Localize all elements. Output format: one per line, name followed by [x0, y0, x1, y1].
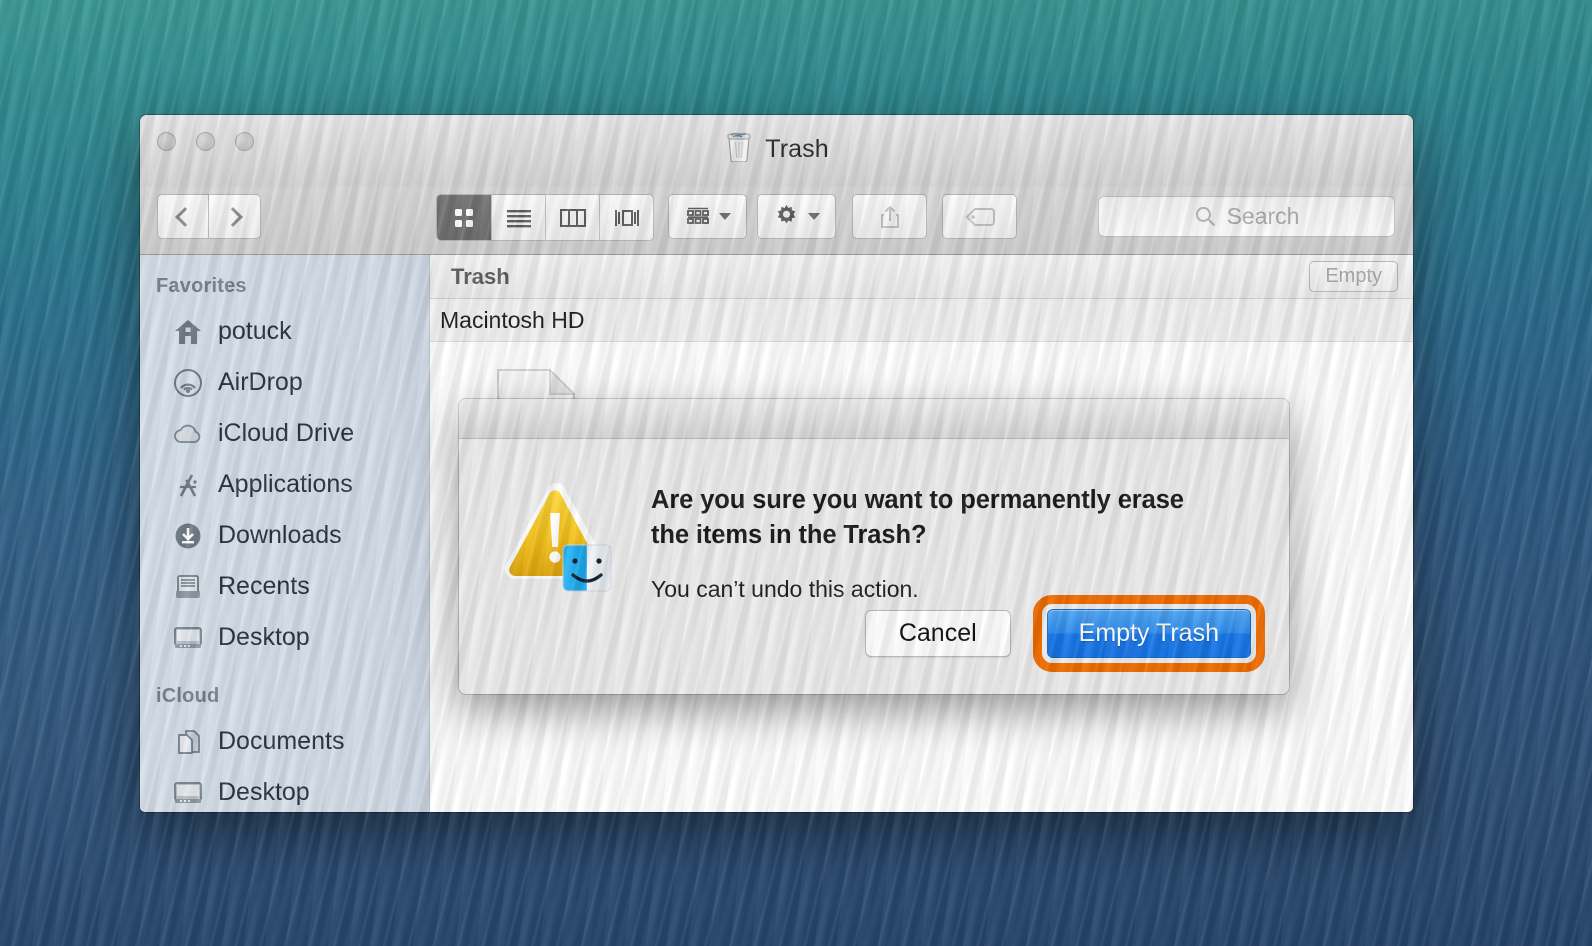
cancel-button[interactable]: Cancel — [864, 610, 1011, 657]
sidebar-item-downloads[interactable]: Downloads — [140, 510, 429, 561]
view-mode-segmented-control — [436, 194, 654, 241]
empty-trash-highlight-ring: Empty Trash — [1032, 595, 1265, 672]
sidebar-item-icloud-drive[interactable]: iCloud Drive — [140, 408, 429, 459]
chevron-left-icon — [175, 206, 195, 227]
sidebar-item-label: AirDrop — [218, 368, 303, 396]
dialog-title: Are you sure you want to permanently era… — [651, 486, 1184, 550]
chevron-right-icon — [222, 206, 243, 227]
coverflow-view-button[interactable] — [599, 195, 653, 240]
downloads-icon — [172, 520, 204, 552]
trash-header-label: Trash — [451, 263, 510, 289]
share-button[interactable] — [852, 194, 927, 239]
airdrop-icon — [172, 367, 204, 399]
sidebar-section-icloud-header: iCloud — [156, 685, 220, 707]
desktop-icon — [172, 622, 204, 654]
documents-icon — [172, 726, 204, 758]
list-view-button[interactable] — [491, 195, 545, 240]
list-icon — [506, 209, 531, 227]
window-title: Trash — [140, 130, 1413, 169]
desktop-wallpaper: Trash Search Favorites potuck AirDrop iC… — [0, 0, 1592, 946]
warning-finder-icon — [501, 477, 621, 603]
gear-icon — [777, 205, 796, 224]
sidebar-item-label: Documents — [218, 727, 345, 755]
column-view-button[interactable] — [545, 195, 599, 240]
sidebar-item-label: iCloud Drive — [218, 419, 355, 447]
sidebar-section-favorites-header: Favorites — [156, 275, 247, 297]
sidebar-item-recents[interactable]: Recents — [140, 561, 429, 612]
icon-view-button[interactable] — [437, 195, 491, 240]
empty-trash-dialog: Are you sure you want to permanently era… — [459, 399, 1289, 694]
sidebar-item-label: Downloads — [218, 521, 342, 549]
sidebar-item-label: Applications — [218, 470, 353, 498]
empty-trash-button[interactable]: Empty Trash — [1046, 609, 1251, 658]
window-title-text: Trash — [765, 135, 829, 163]
search-input[interactable]: Search — [1098, 196, 1395, 237]
window-titlebar: Trash — [140, 115, 1413, 187]
desktop-icon — [172, 777, 204, 809]
sidebar-item-documents[interactable]: Documents — [140, 716, 429, 767]
sidebar-item-applications[interactable]: Applications — [140, 459, 429, 510]
chevron-down-icon — [718, 213, 731, 220]
sidebar-item-label: Desktop — [218, 623, 310, 651]
finder-toolbar: Search — [140, 187, 1413, 255]
empty-button[interactable]: Empty — [1309, 261, 1398, 292]
sidebar-item-label: potuck — [218, 317, 292, 345]
dialog-button-row: Cancel Empty Trash — [864, 595, 1265, 672]
sidebar-item-desktop[interactable]: Desktop — [140, 612, 429, 663]
trash-header-bar: Trash Empty — [430, 255, 1413, 299]
applications-icon — [172, 469, 204, 501]
grid-icon — [455, 208, 473, 227]
finder-sidebar[interactable]: Favorites potuck AirDrop iCloud Drive Ap… — [140, 255, 430, 812]
columns-icon — [559, 208, 586, 227]
sidebar-item-potuck[interactable]: potuck — [140, 306, 429, 357]
sidebar-item-icloud-desktop[interactable]: Desktop — [140, 767, 429, 812]
navigation-buttons — [157, 194, 261, 239]
home-icon — [172, 316, 204, 348]
tag-icon — [965, 207, 995, 226]
coverflow-icon — [614, 209, 639, 226]
sidebar-item-airdrop[interactable]: AirDrop — [140, 357, 429, 408]
arrange-button[interactable] — [668, 194, 747, 239]
group-header-label: Macintosh HD — [440, 306, 585, 333]
search-placeholder: Search — [1226, 203, 1300, 229]
share-icon — [880, 205, 899, 228]
sidebar-item-label: Desktop — [218, 778, 310, 806]
group-header-macintosh-hd: Macintosh HD — [430, 299, 1413, 342]
cloud-icon — [172, 418, 204, 450]
forward-button[interactable] — [209, 194, 261, 239]
action-button[interactable] — [757, 194, 836, 239]
dialog-titlebar — [459, 399, 1289, 439]
arrange-icon — [686, 207, 709, 224]
recents-icon — [172, 571, 204, 603]
chevron-down-icon — [808, 213, 820, 220]
back-button[interactable] — [157, 194, 209, 239]
trash-icon — [724, 130, 754, 169]
search-icon — [1195, 206, 1215, 227]
sidebar-item-label: Recents — [218, 572, 310, 600]
tags-button[interactable] — [942, 194, 1017, 239]
